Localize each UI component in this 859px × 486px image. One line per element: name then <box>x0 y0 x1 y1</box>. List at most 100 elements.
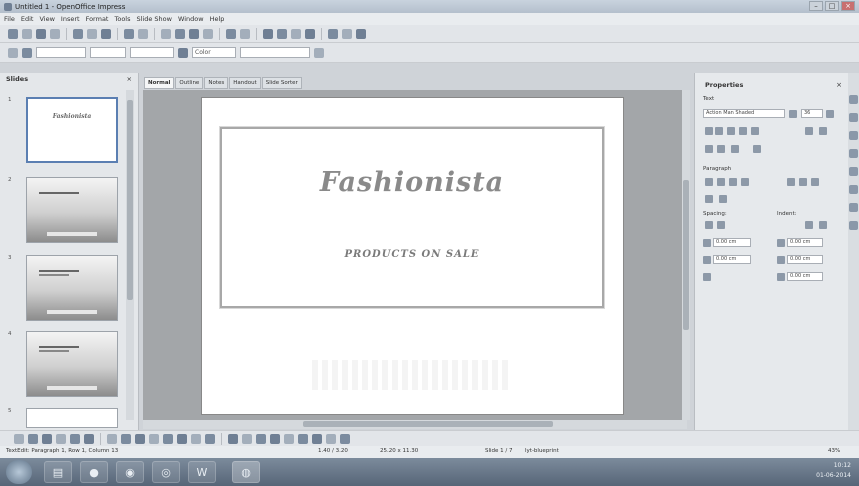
text-section-header[interactable]: Text <box>703 96 714 102</box>
table-icon[interactable] <box>277 28 287 39</box>
new-icon[interactable] <box>8 28 18 39</box>
area-style-icon[interactable] <box>178 47 188 58</box>
browser-icon[interactable]: ◉ <box>116 461 144 483</box>
spacing-above-field[interactable]: 0.00 cm <box>713 238 751 247</box>
pdf-icon[interactable] <box>87 28 97 39</box>
subscript-icon[interactable] <box>717 145 725 153</box>
media-player-icon[interactable]: ● <box>80 461 108 483</box>
menu-help[interactable]: Help <box>210 15 225 23</box>
print-icon[interactable] <box>101 28 111 39</box>
font-name-select[interactable]: Action Man Shaded <box>703 109 785 118</box>
email-icon[interactable] <box>50 28 60 39</box>
align-icon[interactable] <box>312 433 322 444</box>
area-style-select[interactable]: Color <box>192 47 236 58</box>
indent-after-field[interactable]: 0.00 cm <box>787 255 823 264</box>
chart-icon[interactable] <box>263 28 273 39</box>
valign-top-icon[interactable] <box>787 178 795 186</box>
extrusion-icon[interactable] <box>340 433 350 444</box>
glue-points-icon[interactable] <box>242 433 252 444</box>
flowchart-icon[interactable] <box>177 433 187 444</box>
points-icon[interactable] <box>228 433 238 444</box>
slide-thumbnail[interactable] <box>26 408 118 428</box>
tab-normal[interactable]: Normal <box>144 77 175 89</box>
display-grid-icon[interactable] <box>328 28 338 39</box>
vertical-scrollbar[interactable] <box>682 90 690 420</box>
slide-thumbnail[interactable] <box>26 255 118 321</box>
chrome-icon[interactable]: ◎ <box>152 461 180 483</box>
movie-icon[interactable] <box>305 28 315 39</box>
area-fill-select[interactable] <box>240 47 310 58</box>
font-dropdown-icon[interactable] <box>789 110 797 118</box>
indent-first-field[interactable]: 0.00 cm <box>787 272 823 281</box>
maximize-button[interactable]: □ <box>825 1 839 11</box>
italic-icon[interactable] <box>715 127 723 135</box>
select-icon[interactable] <box>14 433 24 444</box>
line-color-select[interactable] <box>130 47 174 58</box>
slide-thumbnail[interactable] <box>26 177 118 243</box>
paste-icon[interactable] <box>189 28 199 39</box>
underline-icon[interactable] <box>727 127 735 135</box>
valign-middle-icon[interactable] <box>799 178 807 186</box>
undo-icon[interactable] <box>226 28 236 39</box>
slide-thumbnail[interactable]: Fashionista <box>26 97 118 163</box>
arrange-icon[interactable] <box>326 433 336 444</box>
animation-tab-icon[interactable] <box>849 149 858 158</box>
slide-subtitle[interactable]: PRODUCTS ON SALE <box>222 249 602 260</box>
horizontal-scrollbar[interactable] <box>143 420 687 429</box>
transition-tab-icon[interactable] <box>849 167 858 176</box>
fontwork-icon[interactable] <box>256 433 266 444</box>
minimize-button[interactable]: – <box>809 1 823 11</box>
scrollbar-thumb[interactable] <box>127 100 133 300</box>
properties-tab-icon[interactable] <box>849 95 858 104</box>
shadow-icon[interactable] <box>314 47 324 58</box>
basic-shapes-icon[interactable] <box>135 433 145 444</box>
openoffice-icon[interactable]: ◍ <box>232 461 260 483</box>
spacing-below-field[interactable]: 0.00 cm <box>713 255 751 264</box>
slideshow-icon[interactable] <box>342 28 352 39</box>
align-left-icon[interactable] <box>705 178 713 186</box>
navigator-tab-icon[interactable] <box>849 221 858 230</box>
menu-window[interactable]: Window <box>178 15 204 23</box>
layouts-tab-icon[interactable] <box>849 131 858 140</box>
increase-indent-icon[interactable] <box>805 221 813 229</box>
symbol-shapes-icon[interactable] <box>149 433 159 444</box>
menu-view[interactable]: View <box>39 15 54 23</box>
styles-tab-icon[interactable] <box>849 185 858 194</box>
system-clock[interactable]: 10:12 01-06-2014 <box>816 461 851 481</box>
numbering-icon[interactable] <box>719 195 727 203</box>
arrow-line-icon[interactable] <box>42 433 52 444</box>
scrollbar-thumb[interactable] <box>303 421 553 427</box>
paragraph-spacing-icon[interactable] <box>717 221 725 229</box>
spacing-icon[interactable] <box>731 145 739 153</box>
bullets-icon[interactable] <box>705 195 713 203</box>
callouts-icon[interactable] <box>191 433 201 444</box>
from-file-icon[interactable] <box>270 433 280 444</box>
arrow-style-icon[interactable] <box>22 47 32 58</box>
help-icon[interactable] <box>356 28 366 39</box>
tab-slide-sorter[interactable]: Slide Sorter <box>261 77 302 89</box>
autospell-icon[interactable] <box>138 28 148 39</box>
line-spacing-menu-icon[interactable] <box>703 273 711 281</box>
curve-icon[interactable] <box>107 433 117 444</box>
edit-file-icon[interactable] <box>73 28 83 39</box>
rotate-icon[interactable] <box>298 433 308 444</box>
close-icon[interactable]: × <box>127 73 132 85</box>
font-size-select[interactable]: 36 <box>801 109 823 118</box>
increase-font-icon[interactable] <box>805 127 813 135</box>
tab-handout[interactable]: Handout <box>229 77 261 89</box>
menu-tools[interactable]: Tools <box>114 15 130 23</box>
decrease-font-icon[interactable] <box>819 127 827 135</box>
menu-edit[interactable]: Edit <box>21 15 34 23</box>
explorer-icon[interactable]: ▤ <box>44 461 72 483</box>
superscript-icon[interactable] <box>705 145 713 153</box>
menu-file[interactable]: File <box>4 15 15 23</box>
save-icon[interactable] <box>36 28 46 39</box>
menu-format[interactable]: Format <box>86 15 109 23</box>
rectangle-icon[interactable] <box>56 433 66 444</box>
align-right-icon[interactable] <box>729 178 737 186</box>
menu-slide-show[interactable]: Slide Show <box>137 15 172 23</box>
status-layout[interactable]: lyt-blueprint <box>525 448 559 454</box>
connector-icon[interactable] <box>121 433 131 444</box>
menu-insert[interactable]: Insert <box>61 15 80 23</box>
strikethrough-icon[interactable] <box>739 127 747 135</box>
